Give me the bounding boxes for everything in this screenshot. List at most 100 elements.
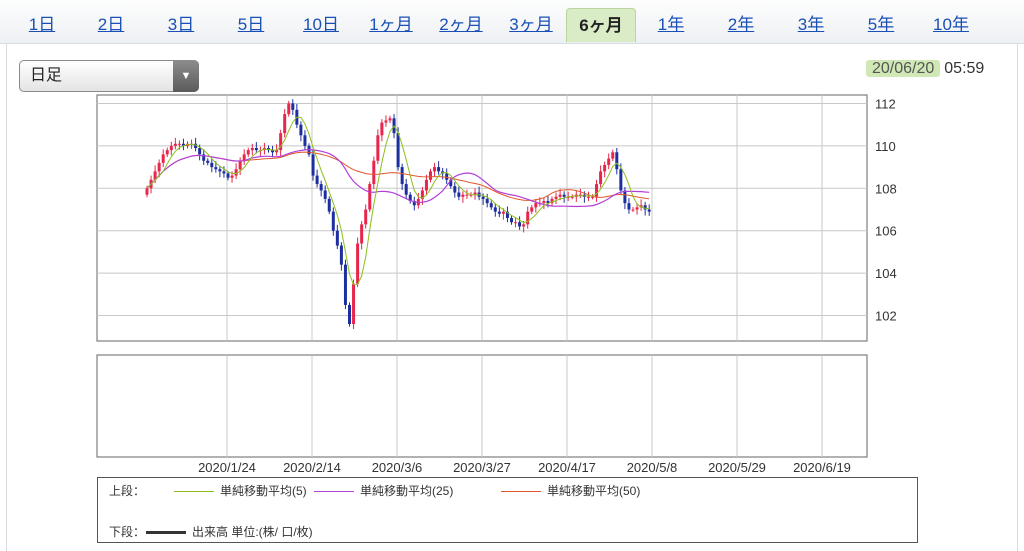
candle-body <box>493 207 497 212</box>
candle-body <box>368 184 372 210</box>
candle-body <box>157 162 161 172</box>
candle-body <box>461 194 465 197</box>
candle-body <box>554 196 558 199</box>
candle-body <box>437 167 441 172</box>
candle-body <box>522 224 526 227</box>
candle-body <box>254 148 258 151</box>
candle-body <box>250 148 254 151</box>
candle-body <box>611 152 615 159</box>
candle-body <box>352 283 356 325</box>
candle-body <box>311 154 315 176</box>
candle-body <box>177 143 181 145</box>
legend-ma5-swatch <box>174 491 214 493</box>
candle-body <box>534 203 538 208</box>
candle-body <box>558 194 562 197</box>
candle-body <box>246 150 250 155</box>
legend-ma5-text: 単純移動平均(5) <box>220 484 307 498</box>
candle-body <box>214 167 218 170</box>
candle-body <box>530 207 534 212</box>
candle-body <box>457 192 461 197</box>
legend-ma25-swatch <box>314 491 354 493</box>
candle-body <box>331 211 335 231</box>
candle-body <box>445 173 449 180</box>
x-tick-label: 2020/2/14 <box>283 460 341 475</box>
legend-lower-label: 下段： <box>109 525 146 539</box>
legend-volume-text: 出来高 単位:(株/ 口/枚) <box>192 525 313 539</box>
candle-body <box>145 188 149 195</box>
candle-body <box>514 222 518 224</box>
candle-body <box>319 184 323 191</box>
candle-body <box>348 304 351 325</box>
candle-body <box>647 209 651 212</box>
candle-body <box>465 194 469 196</box>
candle-body <box>526 211 530 225</box>
candle-body <box>376 135 380 161</box>
candle-body <box>481 196 485 199</box>
candle-body <box>518 222 522 227</box>
candle-body <box>165 150 169 155</box>
x-tick-label: 2020/3/6 <box>372 460 423 475</box>
legend-ma25: 単純移動平均(25) <box>314 482 453 499</box>
candle-body <box>287 103 291 115</box>
candle-body <box>489 203 493 208</box>
candle-body <box>161 154 165 163</box>
candle-body <box>429 171 432 180</box>
candle-body <box>615 152 619 170</box>
y-tick-label: 102 <box>875 309 897 324</box>
candle-body <box>424 179 428 191</box>
candle-body <box>327 198 331 212</box>
candle-body <box>627 203 631 210</box>
candle-body <box>433 167 437 172</box>
candle-body <box>364 209 368 225</box>
chart-legend: 上段： 単純移動平均(5) 単純移動平均(25) 単純移動平均(50) 下段： … <box>97 477 918 543</box>
candle-body <box>599 171 603 185</box>
legend-ma50-text: 単純移動平均(50) <box>547 484 641 498</box>
candle-body <box>404 184 408 195</box>
candle-body <box>631 209 635 211</box>
price-chart: 2020/1/24 2020/2/14 2020/3/6 2020/3/27 2020/… <box>96 94 897 475</box>
candle-body <box>339 245 343 265</box>
legend-volume-swatch <box>146 531 186 535</box>
candle-body <box>623 190 627 204</box>
x-tick-label: 2020/5/29 <box>708 460 766 475</box>
x-tick-label: 2020/6/19 <box>793 460 851 475</box>
legend-ma5: 単純移動平均(5) <box>174 482 307 499</box>
candle-body <box>218 169 222 172</box>
legend-upper-label: 上段： <box>109 484 146 498</box>
candle-body <box>380 122 384 136</box>
y-tick-label: 106 <box>875 224 897 239</box>
candle-body <box>372 160 376 185</box>
candle-body <box>222 171 226 174</box>
candle-body <box>586 196 590 198</box>
candle-body <box>607 158 611 165</box>
candle-body <box>635 207 639 210</box>
candle-body <box>315 175 319 185</box>
candle-body <box>210 162 214 168</box>
candle-body <box>230 175 234 178</box>
candle-body <box>299 124 303 136</box>
candle-body <box>343 264 347 305</box>
candle-body <box>198 148 202 155</box>
candle-body <box>226 173 230 178</box>
x-tick-label: 2020/1/24 <box>198 460 256 475</box>
candle-body <box>323 190 327 199</box>
x-tick-label: 2020/5/8 <box>627 460 678 475</box>
legend-ma50: 単純移動平均(50) <box>501 482 640 499</box>
y-tick-label: 104 <box>875 266 897 281</box>
x-tick-label: 2020/3/27 <box>453 460 511 475</box>
candle-body <box>501 211 505 214</box>
y-tick-label: 108 <box>875 181 897 196</box>
candle-body <box>291 103 295 110</box>
candle-body <box>283 114 287 134</box>
candle-body <box>619 169 623 191</box>
candle-body <box>542 201 546 204</box>
legend-ma50-swatch <box>501 491 541 493</box>
candle-body <box>206 160 210 163</box>
candle-body <box>360 224 364 244</box>
candle-body <box>510 218 513 223</box>
candle-body <box>603 164 607 172</box>
legend-ma25-text: 単純移動平均(25) <box>360 484 454 498</box>
candle-body <box>335 230 339 246</box>
candle-body <box>562 194 566 197</box>
y-tick-label: 110 <box>875 139 896 154</box>
